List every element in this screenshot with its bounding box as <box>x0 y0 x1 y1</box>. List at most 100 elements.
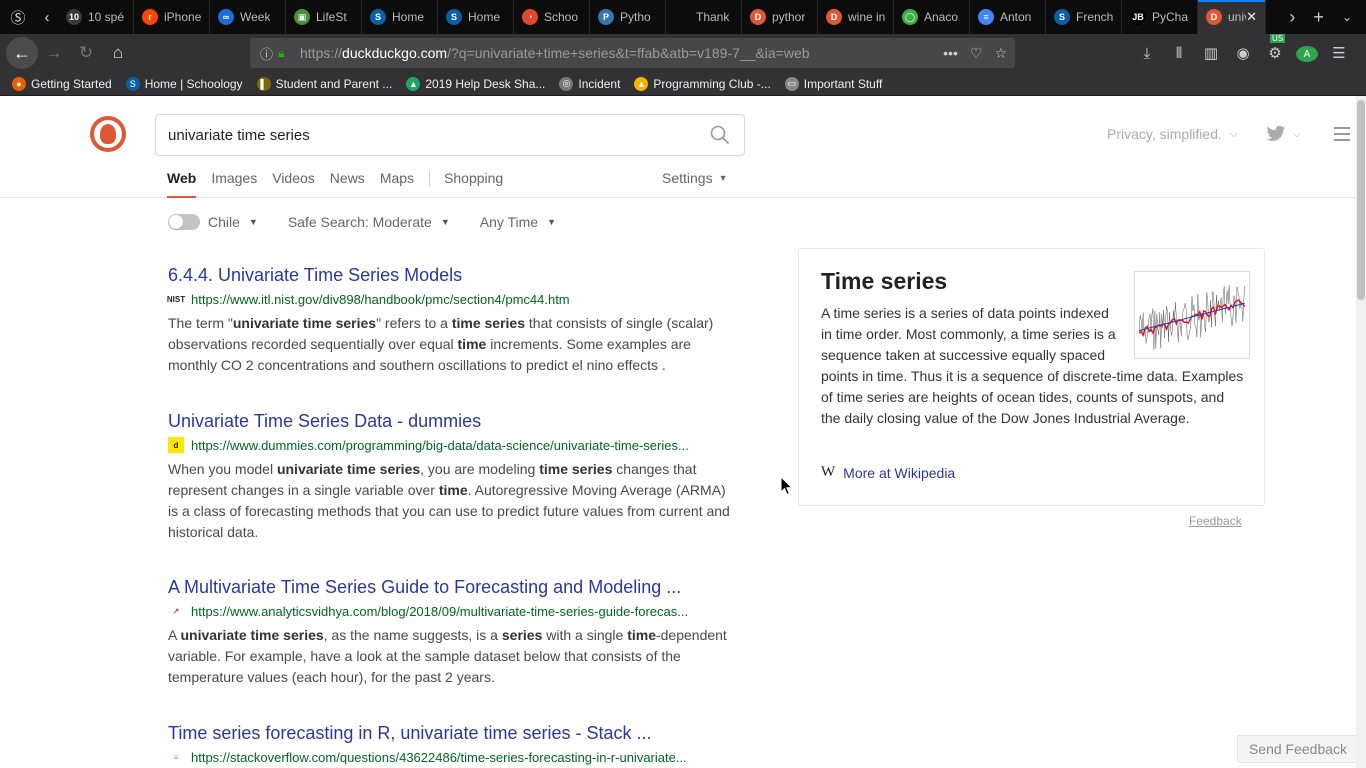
bookmark-item[interactable]: ▲ 2019 Help Desk Sha... <box>406 76 545 91</box>
browser-tab[interactable]: 10 10 spé <box>58 0 134 34</box>
result-url-link[interactable]: https://stackoverflow.com/questions/4362… <box>191 750 687 765</box>
extension-icon[interactable]: ⚙ US <box>1264 34 1286 62</box>
result-url-link[interactable]: https://www.analyticsvidhya.com/blog/201… <box>191 604 688 619</box>
tab-title: LifeSt <box>316 10 347 24</box>
url-text[interactable]: https://duckduckgo.com/?q=univariate+tim… <box>300 45 810 61</box>
result-title-link[interactable]: 6.4.4. Univariate Time Series Models <box>168 265 738 286</box>
more-actions-icon[interactable]: ••• <box>943 45 958 62</box>
result-url-link[interactable]: https://www.dummies.com/programming/big-… <box>191 438 689 453</box>
browser-tab[interactable]: JB PyCha <box>1122 0 1198 34</box>
result-title-link[interactable]: Univariate Time Series Data - dummies <box>168 411 738 432</box>
tab-favicon-icon: D <box>750 9 766 25</box>
sidebar-icon[interactable]: ▥ <box>1200 44 1222 62</box>
search-form <box>155 114 745 156</box>
browser-tab[interactable]: Thank <box>666 0 742 34</box>
send-feedback-button[interactable]: Send Feedback <box>1237 735 1359 763</box>
twitter-icon[interactable] <box>1266 125 1286 143</box>
tab-title: French <box>1076 10 1113 24</box>
bookmark-item[interactable]: ▲ Programming Club -... <box>634 76 771 91</box>
settings-label: Settings <box>662 170 713 186</box>
tab-shopping[interactable]: Shopping <box>444 170 503 198</box>
download-icon[interactable]: ⤓ <box>1136 45 1158 62</box>
chevron-right-icon[interactable]: › <box>1289 7 1295 28</box>
search-icon[interactable] <box>710 125 730 145</box>
result-title-link[interactable]: A Multivariate Time Series Guide to Fore… <box>168 577 738 598</box>
result-url-row: d https://www.dummies.com/programming/big… <box>168 437 738 453</box>
settings-dropdown[interactable]: Settings ▼ <box>662 170 728 186</box>
account-icon[interactable]: ◉ <box>1232 44 1254 62</box>
search-input[interactable] <box>168 126 688 144</box>
pocket-icon[interactable]: ♡ <box>970 45 983 62</box>
browser-tab[interactable]: P Pytho <box>590 0 666 34</box>
info-icon[interactable]: ⓘ <box>260 44 278 63</box>
lock-icon[interactable]: 🔒︎ <box>278 46 300 61</box>
chevron-down-icon[interactable]: ⌵ <box>1293 129 1301 140</box>
url-bar[interactable]: ⓘ 🔒︎ https://duckduckgo.com/?q=univariat… <box>250 38 1015 68</box>
reload-button[interactable]: ↻ <box>70 37 102 69</box>
hamburger-menu-icon[interactable]: ☰ <box>1328 44 1350 62</box>
back-button[interactable]: ← <box>6 37 38 69</box>
url-prefix: https:// <box>300 45 343 61</box>
browser-tab[interactable]: r iPhone <box>134 0 210 34</box>
tab-favicon-icon: ◔ <box>522 9 538 25</box>
browser-tab[interactable]: ∞ Week <box>210 0 286 34</box>
feedback-link[interactable]: Feedback <box>1189 514 1242 528</box>
tab-maps[interactable]: Maps <box>380 170 414 198</box>
region-filter[interactable]: Chile ▼ <box>168 214 258 230</box>
bookmark-item[interactable]: ◎ Incident <box>559 76 620 91</box>
bookmark-favicon-icon: S <box>125 76 140 91</box>
tab-videos[interactable]: Videos <box>272 170 315 198</box>
tab-news[interactable]: News <box>330 170 365 198</box>
tab-scroll-left-button[interactable]: ‹ <box>36 0 58 34</box>
result-url-row: ≡ https://stackoverflow.com/questions/436… <box>168 749 738 765</box>
tab-favicon-icon: D <box>826 9 842 25</box>
browser-tab[interactable]: ▣ LifeSt <box>286 0 362 34</box>
bookmark-item[interactable]: ▌ Student and Parent ... <box>256 76 392 91</box>
tab-web[interactable]: Web <box>167 170 197 198</box>
region-toggle[interactable] <box>168 214 200 230</box>
tab-images[interactable]: Images <box>211 170 257 198</box>
bookmark-star-icon[interactable]: ☆ <box>994 45 1007 62</box>
chevron-down-icon[interactable]: ⌄ <box>1342 10 1352 24</box>
result-title-link[interactable]: Time series forecasting in R, univariate… <box>168 723 738 744</box>
scrollbar-thumb[interactable] <box>1357 100 1365 300</box>
forward-button[interactable]: → <box>38 37 70 69</box>
more-at-wikipedia-link[interactable]: W More at Wikipedia <box>821 464 955 481</box>
duckduckgo-logo[interactable] <box>90 116 126 152</box>
region-label: Chile <box>208 214 240 230</box>
tab-favicon-icon: S <box>370 9 386 25</box>
new-tab-icon[interactable]: + <box>1313 7 1324 28</box>
browser-tab[interactable]: ◔ Schoo <box>514 0 590 34</box>
bookmark-item[interactable]: ▭ Important Stuff <box>784 76 882 91</box>
tab-favicon-icon: ◯ <box>902 9 918 25</box>
library-icon[interactable]: ⫴ <box>1168 45 1190 62</box>
result-url-link[interactable]: https://www.itl.nist.gov/div898/handbook… <box>191 292 570 307</box>
tab-favicon-icon <box>674 9 690 25</box>
bookmark-item[interactable]: S Home | Schoology <box>125 76 243 91</box>
time-series-thumbnail[interactable] <box>1134 271 1250 359</box>
page-scrollbar[interactable] <box>1356 96 1366 768</box>
menu-icon[interactable] <box>1334 127 1350 141</box>
close-icon[interactable]: ✕ <box>1246 9 1257 25</box>
tab-separator <box>429 171 431 187</box>
pinned-tab-schoology[interactable]: Ⓢ <box>0 0 36 34</box>
browser-tab[interactable]: S Home <box>362 0 438 34</box>
browser-tab[interactable]: S French <box>1046 0 1122 34</box>
tab-active[interactable]: D univ ✕ <box>1198 0 1266 34</box>
avatar[interactable]: A <box>1296 44 1318 63</box>
safe-search-filter[interactable]: Safe Search: Moderate ▼ <box>288 214 450 230</box>
bookmark-item[interactable]: ● Getting Started <box>12 76 112 91</box>
schoology-icon: Ⓢ <box>10 9 26 27</box>
browser-tab[interactable]: Dpythor <box>742 0 818 34</box>
home-button[interactable]: ⌂ <box>102 37 134 69</box>
browser-tab[interactable]: ◯ Anaco <box>894 0 970 34</box>
browser-tab[interactable]: ≡ Anton <box>970 0 1046 34</box>
browser-tab[interactable]: Dwine in <box>818 0 894 34</box>
search-result: A Multivariate Time Series Guide to Fore… <box>168 577 738 688</box>
time-filter[interactable]: Any Time ▼ <box>480 214 556 230</box>
browser-tab[interactable]: S Home <box>438 0 514 34</box>
privacy-dropdown[interactable]: Privacy, simplified. ⌵ <box>1107 126 1237 142</box>
search-type-tabs: Web Images Videos News Maps Shopping <box>167 170 518 198</box>
chevron-left-icon: ‹ <box>44 8 50 26</box>
mouse-cursor-icon <box>780 476 794 496</box>
